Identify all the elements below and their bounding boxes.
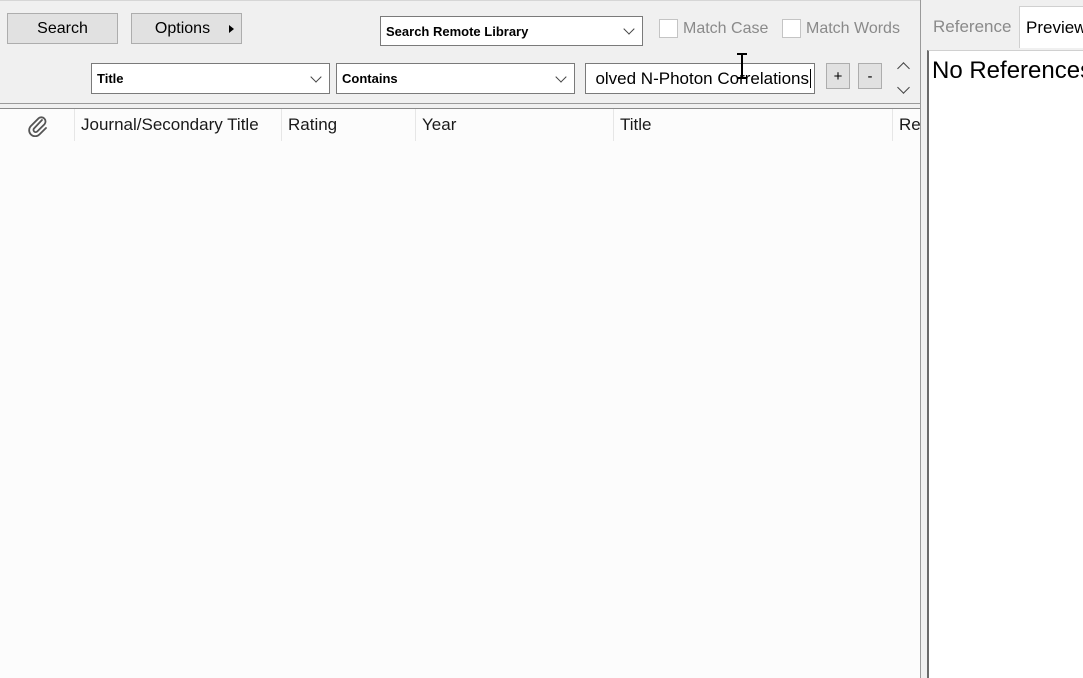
options-button[interactable]: Options (131, 13, 242, 44)
operator-select[interactable]: Contains (336, 63, 575, 94)
vertical-splitter[interactable] (920, 0, 927, 678)
text-cursor-icon (737, 53, 747, 79)
search-panel: Search Options Search Remote Library Mat… (0, 0, 920, 104)
options-button-label: Options (154, 19, 211, 37)
empty-message: No References (932, 57, 1083, 84)
paperclip-icon (28, 116, 47, 137)
match-case-label: Match Case (683, 19, 769, 37)
list-header: Journal/Secondary Title Rating Year Titl… (0, 109, 920, 141)
scroll-up-icon[interactable] (897, 62, 910, 75)
field-select[interactable]: Title (91, 63, 330, 94)
reference-list[interactable]: Journal/Secondary Title Rating Year Titl… (0, 109, 920, 678)
search-button[interactable]: Search (7, 13, 118, 44)
tab-reference[interactable]: Reference (927, 6, 1019, 48)
column-attachment[interactable] (0, 109, 74, 141)
match-words-label: Match Words (806, 19, 900, 37)
triangle-right-icon (229, 25, 234, 33)
column-reference-type[interactable]: Re (892, 109, 920, 141)
column-journal[interactable]: Journal/Secondary Title (74, 109, 281, 141)
chevron-down-icon (623, 23, 635, 35)
app-window: Search Options Search Remote Library Mat… (0, 0, 1083, 678)
match-words-checkbox[interactable]: Match Words (782, 19, 900, 38)
chevron-down-icon (310, 70, 322, 83)
column-title[interactable]: Title (613, 109, 893, 141)
search-query-input[interactable]: olved N-Photon Correlations (585, 63, 815, 94)
search-query-text: olved N-Photon Correlations (595, 68, 809, 88)
remove-field-button[interactable]: - (858, 63, 882, 89)
library-select[interactable]: Search Remote Library (380, 16, 643, 46)
text-caret (810, 69, 811, 88)
checkbox-box[interactable] (659, 19, 678, 38)
field-select-value: Title (97, 71, 124, 86)
library-select-value: Search Remote Library (386, 23, 529, 39)
checkbox-box[interactable] (782, 19, 801, 38)
chevron-down-icon (555, 70, 567, 83)
operator-select-value: Contains (342, 71, 398, 86)
preview-area: No References (927, 50, 1083, 678)
column-year[interactable]: Year (415, 109, 614, 141)
add-field-button[interactable]: + (826, 63, 850, 89)
right-pane: Reference Preview No References (927, 0, 1083, 678)
column-rating[interactable]: Rating (281, 109, 416, 141)
tab-preview[interactable]: Preview (1019, 6, 1083, 48)
match-case-checkbox[interactable]: Match Case (659, 19, 768, 38)
scroll-down-icon[interactable] (897, 81, 910, 94)
